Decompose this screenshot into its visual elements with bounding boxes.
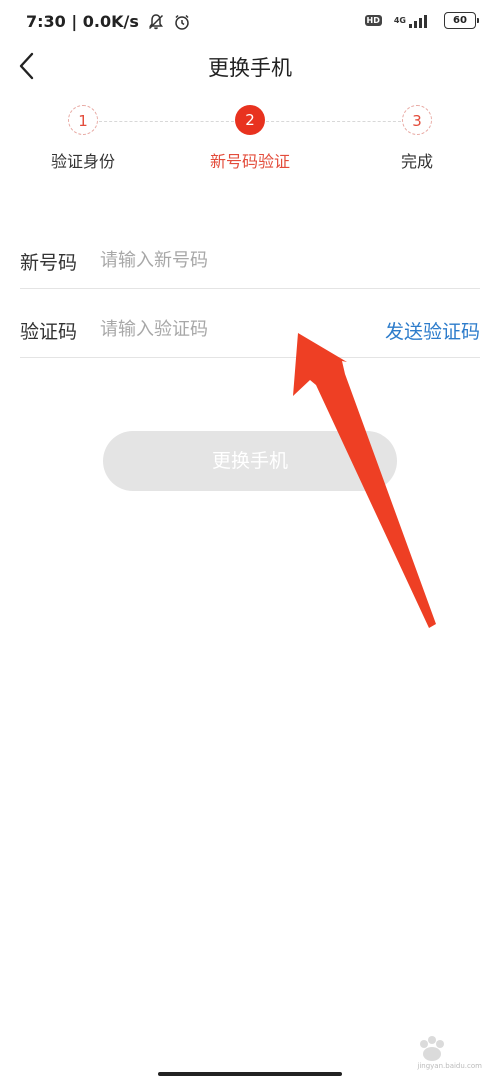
step-1-circle: 1 xyxy=(68,105,98,135)
mute-bell-icon xyxy=(148,13,163,29)
status-right: HD 4G 60 xyxy=(364,12,479,29)
step-connector xyxy=(99,121,234,122)
step-1-label: 验证身份 xyxy=(50,152,115,171)
verification-code-row: 验证码 发送验证码 xyxy=(20,301,480,358)
watermark-url: jingyan.baidu.com xyxy=(417,1062,482,1070)
battery-indicator: 60 xyxy=(444,12,479,29)
home-indicator[interactable] xyxy=(158,1072,342,1076)
new-phone-label: 新号码 xyxy=(20,252,78,274)
hd-badge: HD xyxy=(364,15,382,26)
verification-code-input[interactable] xyxy=(98,311,362,347)
page-title: 更换手机 xyxy=(208,56,292,80)
new-phone-row: 新号码 xyxy=(20,232,480,289)
step-3-circle: 3 xyxy=(402,105,432,135)
verification-code-label: 验证码 xyxy=(20,321,78,343)
step-2-label: 新号码验证 xyxy=(209,152,290,171)
alarm-clock-icon xyxy=(175,14,189,30)
step-connector xyxy=(266,121,401,122)
new-phone-input[interactable] xyxy=(98,242,362,278)
signal-icon xyxy=(409,14,427,28)
status-time-speed: 7:30 | 0.0K/s xyxy=(26,12,139,31)
step-2-circle: 2 xyxy=(235,105,265,135)
send-code-button[interactable]: 发送验证码 xyxy=(385,317,480,344)
status-bar: 7:30 | 0.0K/s HD 4G 60 xyxy=(0,0,500,44)
change-phone-button[interactable]: 更换手机 xyxy=(103,431,397,491)
step-progress: 1 2 3 验证身份 新号码验证 完成 xyxy=(0,104,500,174)
header: 更换手机 xyxy=(0,44,500,88)
step-3-label: 完成 xyxy=(400,152,433,171)
network-type: 4G xyxy=(393,15,406,25)
status-left: 7:30 | 0.0K/s xyxy=(26,12,191,31)
